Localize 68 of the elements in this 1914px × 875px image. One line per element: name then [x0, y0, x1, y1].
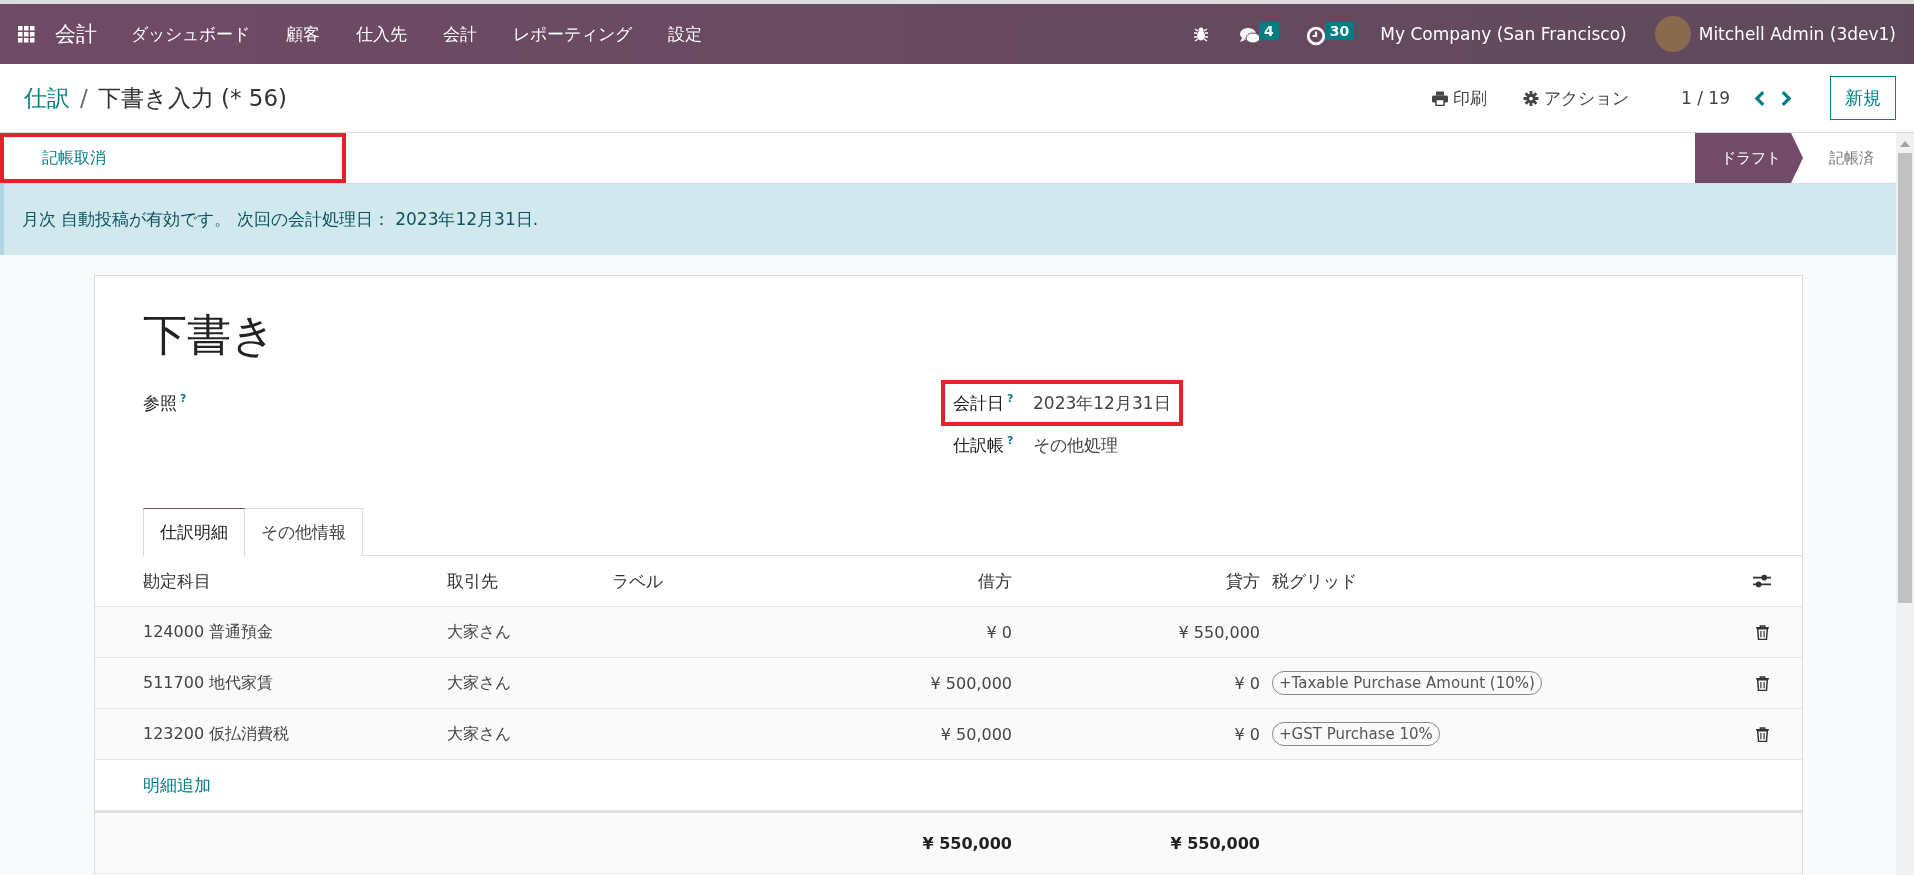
user-menu[interactable]: Mitchell Admin (3dev1) — [1654, 16, 1896, 52]
user-name: Mitchell Admin (3dev1) — [1698, 24, 1896, 44]
table-cell-text: 124000 普通預金 — [143, 621, 275, 643]
column-header[interactable]: 借方 — [762, 569, 1012, 593]
menu-item[interactable]: 顧客 — [286, 22, 320, 46]
menu-item[interactable]: 仕入先 — [356, 22, 407, 46]
table-cell-text: ¥ 550,000 — [1177, 622, 1260, 642]
cancel-entry-button[interactable]: 記帳取消 — [0, 133, 346, 183]
breadcrumb-current: 下書き入力 (* 56) — [97, 83, 288, 113]
clock-icon — [1304, 26, 1327, 46]
info-alert: 月次 自動投稿が有効です。 次回の会計処理日： 2023年12月31日. — [0, 184, 1896, 255]
new-button[interactable]: 新規 — [1830, 76, 1896, 120]
menu-item[interactable]: レポーティング — [513, 22, 632, 46]
table-cell-text: 大家さん — [447, 672, 512, 694]
table-cell-text: 大家さん — [447, 723, 512, 745]
tab[interactable]: その他情報 — [245, 508, 363, 556]
message-count: 4 — [1259, 22, 1279, 40]
status-stage[interactable]: ドラフト — [1695, 133, 1803, 183]
activity-count: 30 — [1324, 22, 1355, 40]
column-header[interactable]: ラベル — [612, 569, 762, 593]
company-switcher[interactable]: My Company (San Francisco) — [1380, 24, 1627, 44]
table-cell-text: 大家さん — [447, 621, 512, 643]
pager-value: 1 / 19 — [1681, 88, 1730, 108]
app-grid-icon[interactable] — [18, 25, 35, 43]
total-debit: ¥ 550,000 — [921, 833, 1012, 853]
column-header[interactable]: 税グリッド — [1260, 569, 1722, 593]
gear-icon — [1523, 90, 1539, 106]
next-icon[interactable] — [1780, 89, 1792, 107]
messages-button[interactable]: 4 — [1239, 22, 1279, 46]
chat-icon — [1239, 26, 1261, 46]
bug-icon[interactable] — [1193, 26, 1209, 42]
column-header[interactable]: 取引先 — [447, 569, 612, 593]
field-label: 参照 $^{?}$ — [143, 391, 188, 415]
app-name[interactable]: 会計 — [55, 20, 97, 48]
trash-icon[interactable] — [1755, 726, 1769, 742]
table-cell-text: ¥ 500,000 — [929, 673, 1012, 693]
total-credit: ¥ 550,000 — [1169, 833, 1260, 853]
breadcrumb-separator: / — [80, 85, 88, 111]
add-line-link[interactable]: 明細追加 — [143, 773, 211, 797]
menu-item[interactable]: ダッシュボード — [131, 22, 250, 46]
previous-icon[interactable] — [1754, 89, 1766, 107]
trash-icon[interactable] — [1755, 675, 1769, 691]
table-cell-text: ¥ 0 — [1233, 724, 1260, 744]
table-cell-text: ¥ 0 — [1233, 673, 1260, 693]
form-title: 下書き — [143, 308, 277, 362]
menu-item[interactable]: 設定 — [668, 22, 702, 46]
sliders-icon[interactable] — [1753, 573, 1771, 589]
trash-icon[interactable] — [1755, 624, 1769, 640]
breadcrumb-link[interactable]: 仕訳 — [24, 82, 70, 114]
field-value[interactable]: 2023年12月31日 — [1033, 391, 1171, 415]
printer-icon — [1432, 90, 1448, 106]
column-header[interactable]: 貸方 — [1012, 569, 1260, 593]
column-header[interactable]: 勘定科目 — [143, 569, 447, 593]
action-button[interactable]: アクション — [1519, 82, 1633, 114]
activities-button[interactable]: 30 — [1304, 22, 1355, 46]
field-label: 会計日 $^{?}$ — [953, 391, 1015, 415]
field-label: 仕訳帳 $^{?}$ — [953, 433, 1015, 457]
scrollbar[interactable] — [1896, 133, 1914, 875]
table-cell-text: ¥ 0 — [985, 622, 1012, 642]
field-value[interactable]: その他処理 — [1033, 433, 1118, 457]
print-button[interactable]: 印刷 — [1428, 82, 1491, 114]
tab[interactable]: 仕訳明細 — [143, 508, 245, 556]
table-cell-text: ¥ 50,000 — [939, 724, 1012, 744]
table-cell-text: 123200 仮払消費税 — [143, 723, 291, 745]
avatar-circle — [1654, 16, 1691, 52]
table-cell-text: 511700 地代家賃 — [143, 672, 275, 694]
menu-item[interactable]: 会計 — [443, 22, 477, 46]
scrollbar-thumb[interactable] — [1898, 153, 1912, 603]
